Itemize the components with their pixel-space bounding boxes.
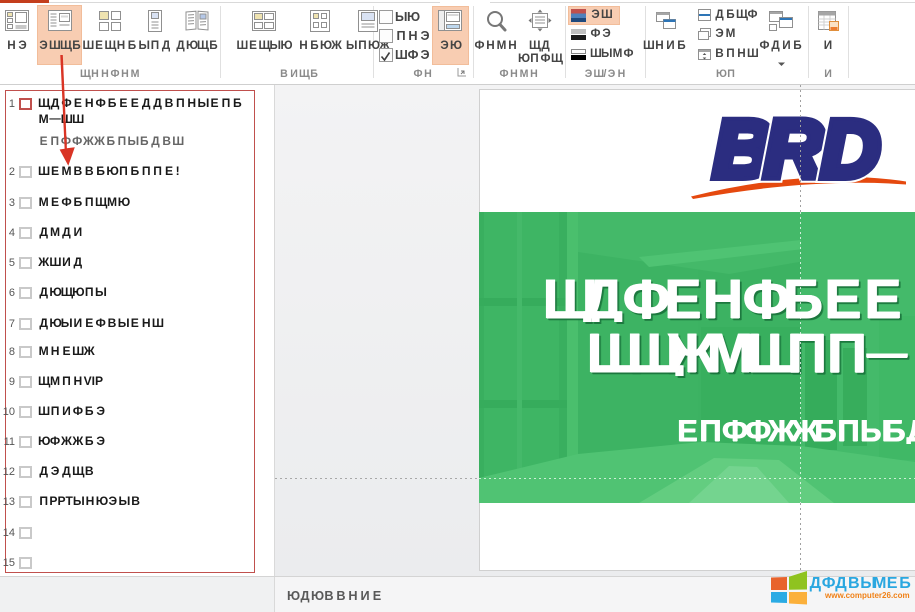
- svg-text:R: R: [764, 104, 823, 195]
- svg-text:D: D: [821, 104, 880, 195]
